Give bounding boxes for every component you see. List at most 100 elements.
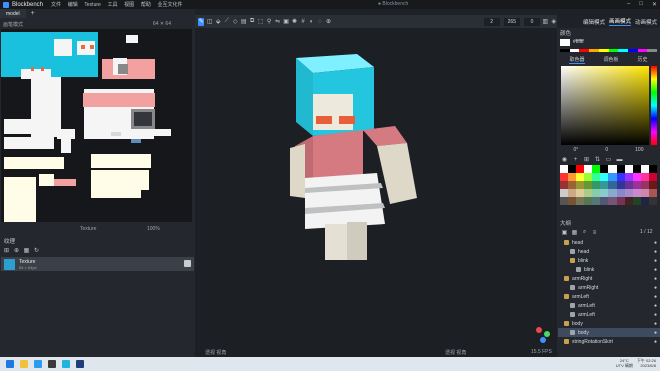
uv-zoom-value[interactable]: 100% [147,226,160,232]
terminal-icon[interactable] [48,360,56,368]
lock-icon[interactable]: ▣ [283,18,289,26]
color-swatch[interactable] [600,189,609,197]
clear-icon[interactable]: ▬ [616,156,623,163]
color-swatch[interactable] [568,197,577,205]
color-swatch[interactable] [648,173,657,181]
opacity-icon[interactable]: ◐ [308,18,314,26]
visibility-eye-icon[interactable]: ● [654,312,657,318]
clock[interactable]: 下午 02:26 2023/6/8 [637,358,656,368]
maximize-icon[interactable]: □ [639,1,643,8]
menu-tools[interactable]: 工具 [107,2,117,8]
app-icon[interactable] [62,360,70,368]
palette-strip-color[interactable] [579,49,590,52]
color-swatch[interactable] [632,165,641,173]
color-swatch[interactable] [584,181,593,189]
color-swatch[interactable] [640,189,649,197]
eraser-icon[interactable]: ◫ [206,18,213,26]
3d-viewport[interactable] [195,28,557,358]
color-swatch[interactable] [592,197,601,205]
color-swatch[interactable] [584,173,593,181]
color-swatch[interactable] [576,181,585,189]
color-picker-field[interactable] [561,66,649,145]
collapse-icon[interactable]: ≡ [591,229,598,236]
color-swatch[interactable] [640,197,649,205]
brush-size-input[interactable]: 2 [483,17,500,26]
brush-softness-input[interactable]: 0 [523,17,541,26]
color-swatch[interactable] [608,197,617,205]
blockbench-taskbar-icon[interactable] [76,360,84,368]
selection-icon[interactable]: ⬚ [257,18,264,26]
palette-strip-color[interactable] [627,49,638,52]
outliner-row[interactable]: armLeft ● [558,292,660,301]
palette-strip-color[interactable] [647,49,658,52]
mode-edit[interactable]: 编辑模式 [583,18,605,26]
create-texture-icon[interactable]: ⊕ [13,247,20,254]
mirror-icon[interactable]: ⇋ [274,18,280,26]
value-value[interactable]: 100 [635,147,643,154]
color-swatch[interactable] [576,173,585,181]
texture-list-item[interactable]: Texture 64 × 64px [1,257,194,271]
color-swatch[interactable] [600,197,609,205]
color-swatch[interactable] [560,165,569,173]
mode-icon[interactable]: ◈ [551,18,557,26]
hue-value[interactable]: 0° [574,147,579,154]
mode-paint[interactable]: 画画模式 [608,17,631,26]
search-icon[interactable]: ⌕ [581,229,588,236]
outliner-row[interactable]: blink ● [558,265,660,274]
outliner-row[interactable]: body ● [558,328,660,337]
import-texture-icon[interactable]: ⊞ [3,247,10,254]
softness-icon[interactable]: ◌ [317,18,323,26]
browser-icon[interactable] [34,360,42,368]
outliner-row[interactable]: armLeft ● [558,301,660,310]
color-swatch[interactable] [624,197,633,205]
visibility-eye-icon[interactable]: ● [654,258,657,264]
pin-icon[interactable]: ⚲ [266,18,272,26]
color-swatch[interactable] [648,197,657,205]
outliner-row[interactable]: stringRotationSkirt ● [558,337,660,346]
uv-texture-canvas[interactable] [1,29,192,222]
shape-icon[interactable]: ◇ [232,18,238,26]
color-swatch[interactable] [584,189,593,197]
color-swatch[interactable] [560,197,569,205]
palette-strip-color[interactable] [560,49,570,52]
explorer-icon[interactable] [20,360,28,368]
color-swatch[interactable] [560,189,569,197]
color-swatch[interactable] [608,189,617,197]
saturation-value[interactable]: 0 [605,147,608,154]
color-swatch[interactable] [584,197,593,205]
color-swatch[interactable] [576,165,585,173]
tab-palette[interactable]: 调色板 [603,56,618,64]
visibility-eye-icon[interactable]: ● [654,240,657,246]
brush-opacity-input[interactable]: 265 [503,17,520,26]
color-swatch[interactable] [576,197,585,205]
toggle-icon[interactable]: ▥ [542,18,549,26]
outliner-row[interactable]: body ● [558,319,660,328]
color-swatch[interactable] [608,173,617,181]
palette-strip-color[interactable] [637,49,648,52]
save-all-icon[interactable]: ▦ [23,247,30,254]
mode-animate[interactable]: 动画模式 [635,18,657,26]
minimize-icon[interactable]: – [627,1,630,8]
outliner-row[interactable]: armRight ● [558,283,660,292]
gradient-icon[interactable]: ▤ [240,18,247,26]
color-hex-input[interactable]: #ffffff [573,39,584,45]
color-swatch[interactable] [592,189,601,197]
color-swatch[interactable] [616,189,625,197]
color-swatch[interactable] [600,165,609,173]
color-swatch[interactable] [608,165,617,173]
color-swatch[interactable] [624,173,633,181]
color-swatch[interactable] [600,181,609,189]
tab-history[interactable]: 历史 [637,56,647,64]
color-swatch[interactable] [592,165,601,173]
color-swatch[interactable] [624,165,633,173]
start-icon[interactable] [6,360,14,368]
expand-icon[interactable]: ▭ [605,156,612,163]
viewport-perspective[interactable]: 透视 视角 [445,349,466,356]
outliner-row[interactable]: blink ● [558,256,660,265]
palette-strip-color[interactable] [608,49,619,52]
outliner-row[interactable]: head ● [558,238,660,247]
visibility-eye-icon[interactable]: ● [654,285,657,291]
color-swatch[interactable] [640,173,649,181]
menu-help[interactable]: 帮助 [141,2,151,8]
outliner-row[interactable]: armRight ● [558,274,660,283]
